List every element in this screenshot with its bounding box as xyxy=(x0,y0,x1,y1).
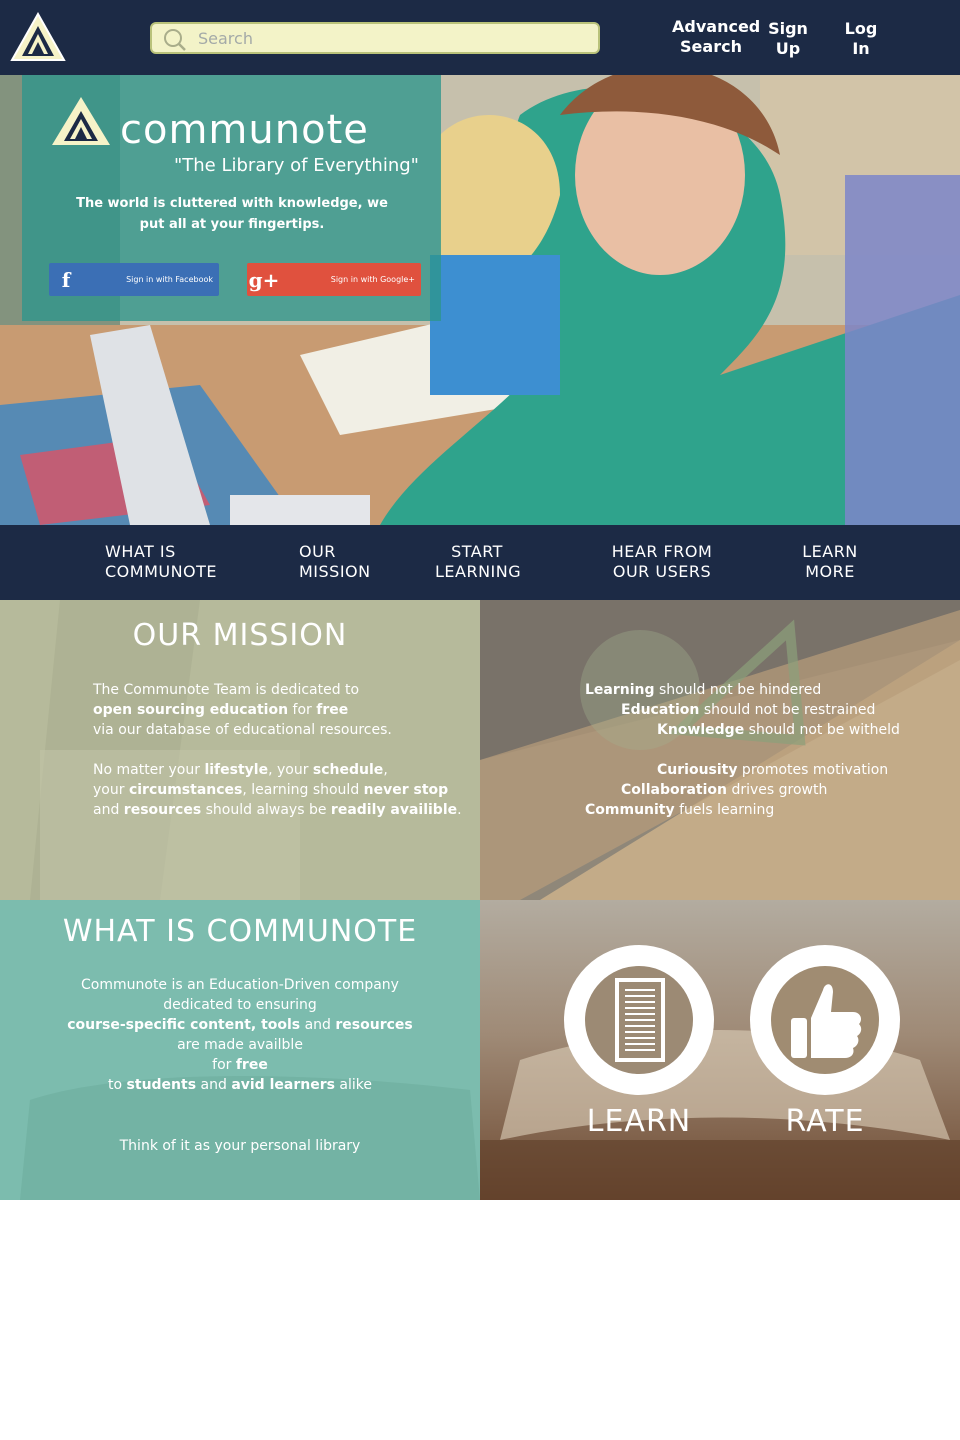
nav-our-mission[interactable]: OUR MISSION xyxy=(299,542,371,582)
facebook-signin-label: Sign in with Facebook xyxy=(126,275,213,284)
learn-label[interactable]: LEARN xyxy=(564,1104,714,1139)
mission-p1-bold2: free xyxy=(316,702,349,718)
nav-label-line1: WHAT IS xyxy=(105,542,176,561)
value-item: Knowledge should not be witheld xyxy=(657,722,900,738)
google-signin-label: Sign in with Google+ xyxy=(330,275,415,284)
learn-button[interactable] xyxy=(564,945,714,1095)
nav-label-line1: OUR xyxy=(299,542,336,561)
sign-up-link[interactable]: Sign Up xyxy=(758,19,818,59)
value-item: Collaboration drives growth xyxy=(621,782,828,798)
values-list: Learning should not be hindered Educatio… xyxy=(585,680,925,820)
nav-start-learning[interactable]: START LEARNING xyxy=(435,542,522,582)
search-bar[interactable] xyxy=(150,22,600,54)
log-in-link[interactable]: Log In xyxy=(836,19,886,59)
nav-label-line1: START xyxy=(451,542,503,561)
mission-p2-text: your xyxy=(93,782,129,798)
communote-hero-logo-icon xyxy=(52,97,110,145)
rate-circle-inner xyxy=(771,966,879,1074)
what-is-title: WHAT IS COMMUNOTE xyxy=(62,914,418,949)
what-is-text: Communote is an Education-Driven company… xyxy=(40,975,440,1095)
mission-p1-line3: via our database of educational resource… xyxy=(93,722,392,738)
nav-hear-from-our-users[interactable]: HEAR FROM OUR USERS xyxy=(610,542,714,582)
what-is-bold: avid learners xyxy=(231,1077,335,1093)
mission-p1-line1: The Communote Team is dedicated to xyxy=(93,682,360,698)
tagline: "The Library of Everything" xyxy=(174,155,419,176)
communote-logo-icon[interactable] xyxy=(10,12,66,62)
values-panel: Learning should not be hindered Educatio… xyxy=(480,600,960,900)
mission-p2-bold: lifestyle xyxy=(204,762,269,778)
top-bar: Advanced Search Sign Up Log In xyxy=(0,0,960,75)
mission-p1-text: for xyxy=(288,702,317,718)
actions-panel: LEARN RATE xyxy=(480,900,960,1200)
page: Advanced Search Sign Up Log In xyxy=(0,0,960,1440)
mission-p2-bold: schedule xyxy=(312,762,384,778)
hero-blurb: The world is cluttered with knowledge, w… xyxy=(76,196,388,232)
what-is-bold: free xyxy=(235,1057,268,1073)
what-is-bold: course-specific content, tools xyxy=(67,1017,301,1033)
rate-button[interactable] xyxy=(750,945,900,1095)
mission-p2-text: , xyxy=(383,762,388,778)
rate-label[interactable]: RATE xyxy=(750,1104,900,1139)
facebook-signin-button[interactable]: f Sign in with Facebook xyxy=(49,263,219,296)
brand-name: communote xyxy=(120,107,369,153)
value-item: Curiousity promotes motivation xyxy=(657,762,889,778)
mission-text: The Communote Team is dedicated to open … xyxy=(93,680,463,820)
mission-p1-bold: open sourcing education xyxy=(93,702,289,718)
value-item: Community fuels learning xyxy=(585,802,775,818)
mission-p2-text: should always be xyxy=(201,802,331,818)
nav-label-line2: COMMUNOTE xyxy=(105,562,218,581)
what-is-line: Communote is an Education-Driven company xyxy=(81,977,399,993)
learn-circle-inner xyxy=(585,966,693,1074)
mission-p2-text: No matter your xyxy=(93,762,205,778)
value-item: Learning should not be hindered xyxy=(585,682,822,698)
nav-label-line1: LEARN xyxy=(802,542,858,561)
what-is-footer: Think of it as your personal library xyxy=(119,1138,361,1154)
what-is-bold: resources xyxy=(335,1017,413,1033)
nav-label-line2: MORE xyxy=(805,562,855,581)
nav-learn-more[interactable]: LEARN MORE xyxy=(795,542,865,582)
facebook-icon: f xyxy=(61,267,71,292)
mission-p2-bold: readily availible xyxy=(330,802,458,818)
mission-p2-text: . xyxy=(457,802,462,818)
nav-what-is-communote[interactable]: WHAT IS COMMUNOTE xyxy=(105,542,217,582)
what-is-bold: students xyxy=(126,1077,197,1093)
nav-label-line2: LEARNING xyxy=(435,562,522,581)
google-plus-icon: g+ xyxy=(248,267,280,292)
nav-label-line2: OUR USERS xyxy=(612,562,712,581)
nav-label-line2: MISSION xyxy=(299,562,371,581)
mission-p2-bold: resources xyxy=(123,802,202,818)
mission-p2-bold: never stop xyxy=(363,782,449,798)
section-nav: WHAT IS COMMUNOTE OUR MISSION START LEAR… xyxy=(0,525,960,600)
document-icon xyxy=(615,978,665,1062)
search-icon xyxy=(164,29,186,51)
value-item: Education should not be restrained xyxy=(621,702,876,718)
hero-card: communote "The Library of Everything" Th… xyxy=(22,75,441,321)
mission-p2-text: , your xyxy=(268,762,313,778)
mission-p2-text: and xyxy=(93,802,124,818)
advanced-search-link[interactable]: Advanced Search xyxy=(672,17,760,57)
what-is-line: dedicated to ensuring xyxy=(163,997,317,1013)
mission-p2-bold: circumstances xyxy=(128,782,243,798)
mission-panel: OUR MISSION The Communote Team is dedica… xyxy=(0,600,480,900)
google-signin-button[interactable]: g+ Sign in with Google+ xyxy=(247,263,421,296)
nav-label-line1: HEAR FROM xyxy=(611,542,713,561)
what-is-panel: WHAT IS COMMUNOTE Communote is an Educat… xyxy=(0,900,480,1200)
thumbs-up-icon xyxy=(791,984,862,1058)
hero-banner: communote "The Library of Everything" Th… xyxy=(0,75,960,525)
mission-p2-text: , learning should xyxy=(242,782,364,798)
search-input[interactable] xyxy=(198,27,588,49)
mission-title: OUR MISSION xyxy=(132,618,348,653)
what-is-line: are made availble xyxy=(177,1037,303,1053)
